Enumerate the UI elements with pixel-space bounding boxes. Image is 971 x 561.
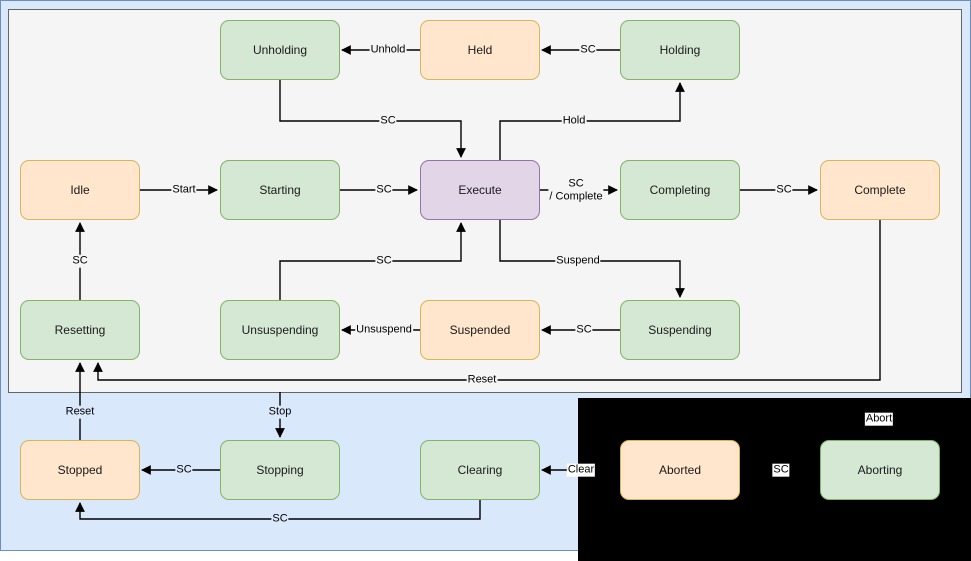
- state-label-aborting: Aborting: [857, 462, 903, 477]
- state-node-aborted[interactable]: Aborted: [620, 440, 740, 500]
- transition-label-aborting-aborted: SC: [772, 463, 790, 477]
- state-label-aborted: Aborted: [658, 462, 702, 477]
- foreground-layer: Aborted Aborting Clear SC Abort: [0, 0, 971, 561]
- state-node-aborting[interactable]: Aborting: [820, 440, 940, 500]
- transition-label-aborted-clearing: Clear: [566, 463, 596, 477]
- state-machine-diagram: Unholding Held Holding Idle Starting Execute C…: [0, 0, 971, 561]
- transition-label-any-aborting: Abort: [864, 412, 894, 426]
